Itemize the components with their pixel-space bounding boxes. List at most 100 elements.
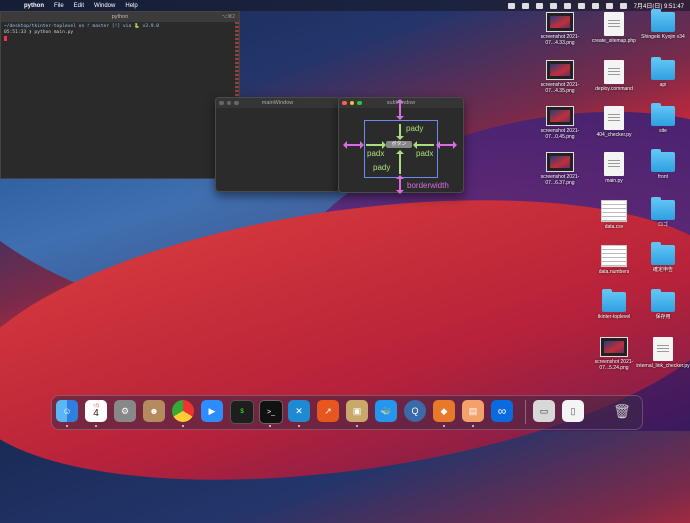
desktop-icon-folder[interactable]: tkinter-toplevel [586,289,642,320]
menu-app-python[interactable]: python [24,3,44,9]
desktop-icon-folder[interactable]: 保存用 [635,289,690,320]
folder-icon [651,149,675,172]
desktop-icon-label: 確定申告 [652,267,673,273]
infinity-icon[interactable]: ∞ [491,400,513,422]
desktop-icon-label: screenshot 2021-07...6.37.png [540,174,580,186]
sample-button[interactable]: ボタン [386,141,412,148]
arrow-head [396,99,404,103]
desktop-icon-shot[interactable]: screenshot 2021-07...6.37.png [532,152,588,186]
main-window-titlebar[interactable]: mainWindow [216,98,339,108]
status-icon[interactable] [577,2,585,9]
menu-bar: python File Edit Window Help 7月4日(日) 9:5… [0,0,690,11]
folder-icon [651,289,675,312]
package-icon[interactable]: ▣ [346,400,368,422]
desktop-icon-sheet[interactable]: data.csv [586,200,642,230]
running-indicator [66,425,68,427]
calendar-icon[interactable]: 7月 4 [85,400,107,422]
wifi-icon[interactable] [591,2,599,9]
status-icon[interactable] [563,2,571,9]
terminal-cursor [4,36,7,41]
status-icon[interactable] [535,2,543,9]
zoom-icon[interactable]: ▶ [201,400,223,422]
search-icon[interactable] [605,2,613,9]
arrow-head [453,141,457,149]
desktop-icon-doc[interactable]: internal_link_checker.py [635,337,690,369]
document-icon [604,106,624,130]
desktop-icon-folder[interactable]: front [635,149,690,180]
desktop-icon-label: create_sitemap.php [592,38,636,44]
control-center-icon[interactable] [619,2,627,9]
folder-icon [651,197,675,220]
desktop-icon-doc[interactable]: deploy.command [586,60,642,92]
docker-icon[interactable]: 🐳 [375,400,397,422]
terminal-icon[interactable]: $ [230,400,254,424]
menu-file[interactable]: File [54,3,64,9]
spreadsheet-icon [601,245,627,267]
desktop-icon-folder[interactable]: ロゴ [635,197,690,228]
instruments-icon[interactable]: ↗ [317,400,339,422]
arrow-head [360,141,364,149]
running-indicator [298,425,300,427]
arrow-head [436,141,440,149]
desktop-icon-label: data.csv [604,224,624,230]
desktop-icon-label: screenshot 2021-07...0.45.png [540,128,580,140]
folder-icon [651,103,675,126]
desktop-icon-label: 404_checker.py [596,132,632,138]
main-window[interactable]: mainWindow [215,97,340,192]
desktop-icon-folder[interactable]: Shingeki Kyojin v34 [635,9,690,40]
desktop-icon-shot[interactable]: screenshot 2021-07...4.33.png [532,12,588,46]
sourcetree-icon[interactable]: ◆ [433,400,455,422]
folder-icon [651,9,675,32]
document-icon[interactable]: ▯ [562,400,584,422]
desktop-icon-doc[interactable]: create_sitemap.php [586,12,642,44]
desktop-icon-folder[interactable]: site [635,103,690,134]
borderwidth-arrow [399,177,401,191]
desktop-icon-label: data.numbers [598,269,630,275]
finder-icon[interactable]: ☺ [56,400,78,422]
arrow-head [396,175,404,179]
folder-icon [651,57,675,80]
desktop-icon-sheet[interactable]: data.numbers [586,245,642,275]
folder-icon [602,289,626,312]
iterm-icon[interactable]: >_ [259,400,283,424]
desktop-icon-label: internal_link_checker.py [636,363,690,369]
running-indicator [356,425,358,427]
desktop-icon-folder[interactable]: 確定申告 [635,242,690,273]
terminal-window[interactable]: python ⌥⌘2 ~/desktop/tkinter-toplevel on… [0,11,240,179]
terminal-body[interactable]: ~/desktop/tkinter-toplevel on ᚠ master [… [1,22,239,45]
document-icon [604,152,624,176]
desktop-icon-shot[interactable]: screenshot 2021-07...5.24.png [586,337,642,371]
desktop-icon-shot[interactable]: screenshot 2021-07...4.35.png [532,60,588,94]
contacts-icon[interactable]: ☻ [143,400,165,422]
trash-icon[interactable]: 🗑 [611,400,633,422]
chrome-icon[interactable] [172,400,194,422]
desktop-icon-doc[interactable]: main.py [586,152,642,184]
system-preferences-icon[interactable]: ⚙ [114,400,136,422]
arrow-head [382,141,386,149]
spreadsheet-icon [601,200,627,222]
image-file-icon [546,12,574,32]
desktop-icon-label: front [657,174,668,180]
menu-window[interactable]: Window [94,3,115,9]
vscode-icon[interactable]: ✕ [288,400,310,422]
screenshot-icon[interactable]: ▭ [533,400,555,422]
preview-icon[interactable]: ▤ [462,400,484,422]
menu-edit[interactable]: Edit [74,3,84,9]
desktop-icon-label: 保存用 [655,314,671,320]
pady-arrow [399,154,401,174]
desktop-icon-doc[interactable]: 404_checker.py [586,106,642,138]
image-file-icon [546,106,574,126]
desktop-icon-label: main.py [605,178,623,184]
desktop-icon-folder[interactable]: api [635,57,690,88]
terminal-titlebar[interactable]: python ⌥⌘2 [1,12,239,22]
status-icon[interactable] [507,2,515,9]
desktop-icon-label: deploy.command [595,86,633,92]
desktop-icon-label: Shingeki Kyojin v34 [641,34,685,40]
menu-help[interactable]: Help [125,3,137,9]
status-icon[interactable] [521,2,529,9]
running-indicator [95,425,97,427]
status-icon[interactable] [549,2,557,9]
quicktime-icon[interactable]: Q [404,400,426,422]
arrow-head [396,190,404,194]
desktop-icon-shot[interactable]: screenshot 2021-07...0.45.png [532,106,588,140]
